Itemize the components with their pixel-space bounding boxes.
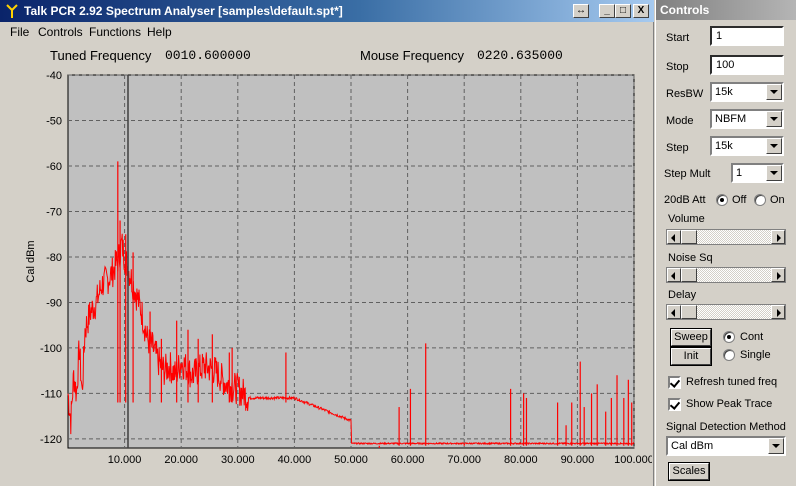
mode-label: Mode [666, 115, 694, 127]
volume-arrow-right-icon[interactable] [771, 230, 785, 244]
maximize-button[interactable]: □ [615, 4, 631, 18]
volume-thumb[interactable] [681, 230, 697, 244]
resbw-value: 15k [715, 86, 733, 98]
x-tick-label: 20.000 [164, 454, 198, 466]
x-tick-label: 60.000 [391, 454, 425, 466]
x-tick-label: 80.000 [504, 454, 538, 466]
refresh-tuned-checkbox[interactable] [668, 376, 681, 389]
stop-input[interactable]: 100 [710, 55, 784, 75]
mode-value: NBFM [715, 113, 747, 125]
menu-file[interactable]: File [10, 25, 29, 39]
start-input[interactable]: 1 [710, 26, 784, 46]
y-tick-label: -60 [46, 161, 62, 173]
controls-title: Controls [660, 3, 710, 17]
y-tick-label: -50 [46, 115, 62, 127]
att-on-radio[interactable] [754, 194, 766, 206]
delay-thumb[interactable] [681, 305, 697, 319]
att-on-label: On [770, 194, 785, 206]
delay-arrow-left-icon[interactable] [667, 305, 681, 319]
delay-label: Delay [668, 289, 697, 301]
mode-select[interactable]: NBFM [710, 109, 784, 129]
step-mult-value: 1 [736, 167, 743, 179]
y-tick-label: -40 [46, 70, 62, 82]
menu-functions[interactable]: Functions [89, 25, 141, 39]
tuned-frequency-label: Tuned Frequency [50, 48, 152, 63]
step-select[interactable]: 15k [710, 136, 784, 156]
cont-radio[interactable] [723, 331, 735, 343]
noise-sq-label: Noise Sq [668, 252, 713, 264]
volume-scrollbar[interactable] [666, 229, 786, 245]
noise-arrow-left-icon[interactable] [667, 268, 681, 282]
signal-detection-label: Signal Detection Method [666, 421, 786, 433]
menu-controls[interactable]: Controls [38, 25, 83, 39]
y-tick-label: -90 [46, 297, 62, 309]
signal-chevron-down-icon[interactable] [768, 438, 784, 454]
window-title: Talk PCR 2.92 Spectrum Analyser [samples… [24, 4, 343, 18]
resbw-chevron-down-icon[interactable] [766, 84, 782, 100]
delay-arrow-right-icon[interactable] [771, 305, 785, 319]
spectrum-chart[interactable]: -40 -50 -60 -70 -80 -90 -100 -110 -120 10.000 20.0… [0, 64, 652, 484]
close-button[interactable]: X [633, 4, 649, 18]
restore-icon[interactable]: ↔ [573, 4, 589, 18]
minimize-button[interactable]: _ [599, 4, 615, 18]
step-value: 15k [715, 140, 733, 152]
volume-label: Volume [668, 213, 705, 225]
x-tick-label: 70.000 [447, 454, 481, 466]
menu-bar: File Controls Functions Help [0, 22, 654, 42]
att-off-label: Off [732, 194, 747, 206]
y-tick-label: -110 [41, 388, 62, 400]
resbw-label: ResBW [666, 88, 704, 100]
spectrum-window: Talk PCR 2.92 Spectrum Analyser [samples… [0, 0, 654, 486]
controls-title-bar[interactable]: Controls [656, 0, 796, 20]
title-bar[interactable]: Talk PCR 2.92 Spectrum Analyser [samples… [0, 0, 654, 22]
step-chevron-down-icon[interactable] [766, 138, 782, 154]
volume-arrow-left-icon[interactable] [667, 230, 681, 244]
y-tick-label: -80 [46, 252, 62, 264]
single-label: Single [740, 349, 771, 361]
show-peak-checkbox[interactable] [668, 398, 681, 411]
signal-detection-value: Cal dBm [671, 440, 714, 452]
resbw-select[interactable]: 15k [710, 82, 784, 102]
att-label: 20dB Att [664, 194, 706, 206]
cont-label: Cont [740, 331, 764, 343]
y-tick-label: -120 [40, 434, 62, 446]
att-off-radio[interactable] [716, 194, 728, 206]
noise-arrow-right-icon[interactable] [771, 268, 785, 282]
antenna-icon [6, 4, 18, 18]
y-tick-label: -100 [40, 343, 62, 355]
delay-scrollbar[interactable] [666, 304, 786, 320]
show-peak-label: Show Peak Trace [686, 398, 773, 410]
step-mult-select[interactable]: 1 [731, 163, 784, 183]
menu-help[interactable]: Help [147, 25, 172, 39]
step-label: Step [666, 142, 689, 154]
stop-label: Stop [666, 61, 689, 73]
mouse-frequency-label: Mouse Frequency [360, 48, 465, 63]
start-label: Start [666, 32, 690, 44]
noise-sq-scrollbar[interactable] [666, 267, 786, 283]
x-tick-label: 50.000 [334, 454, 368, 466]
x-tick-label: 40.000 [278, 454, 312, 466]
single-radio[interactable] [723, 349, 735, 361]
y-axis-label: Cal dBm [25, 240, 37, 282]
noise-thumb[interactable] [681, 268, 697, 282]
x-tick-label: 30.000 [221, 454, 255, 466]
signal-detection-select[interactable]: Cal dBm [666, 436, 786, 456]
x-tick-label: 10.000 [108, 454, 142, 466]
init-button[interactable]: Init [670, 347, 712, 366]
mouse-frequency-value: 0220.635000 [477, 48, 563, 63]
step-mult-chevron-down-icon[interactable] [766, 165, 782, 181]
step-mult-label: Step Mult [664, 168, 711, 180]
scales-button[interactable]: Scales [668, 462, 710, 481]
tuned-frequency-value: 0010.600000 [165, 48, 251, 63]
mode-chevron-down-icon[interactable] [766, 111, 782, 127]
x-tick-label: 90.000 [561, 454, 595, 466]
refresh-tuned-label: Refresh tuned freq [686, 376, 778, 388]
y-tick-label: -70 [46, 206, 62, 218]
x-tick-label: 100.000 [614, 454, 652, 466]
sweep-button[interactable]: Sweep [670, 328, 712, 347]
